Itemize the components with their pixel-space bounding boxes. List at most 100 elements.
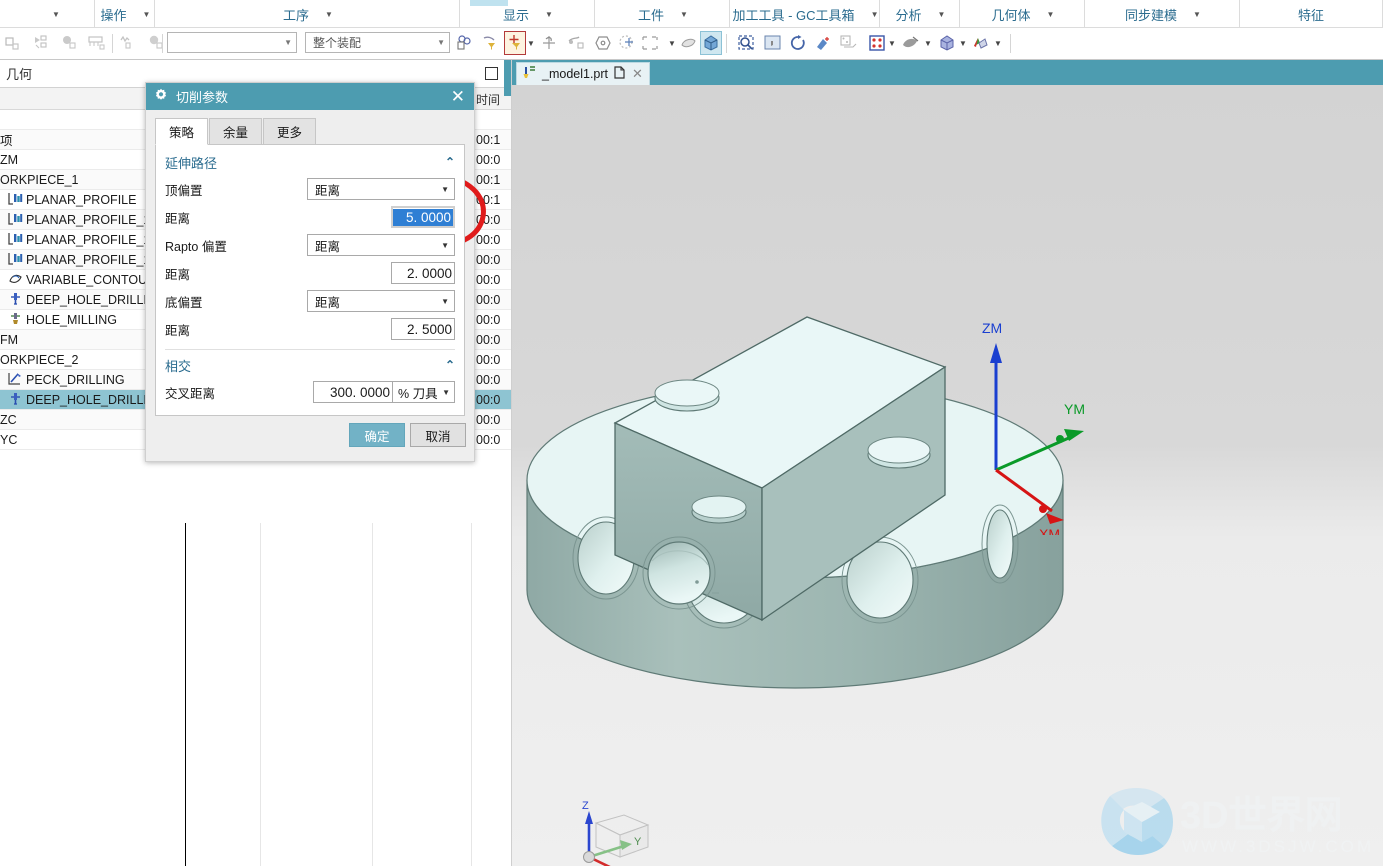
ribbon-tab-2[interactable]: 工序 ▼	[155, 0, 460, 28]
toolbar-icon-move-filter[interactable]	[504, 31, 526, 55]
chevron-down-icon[interactable]: ▼	[52, 10, 60, 19]
graphics-viewport[interactable]: _model1.prt ✕ ZM YM XM Z Y 3D世界网 WWW.3DS…	[512, 60, 1383, 866]
model-canvas[interactable]: ZM YM XM Z Y X	[512, 85, 1383, 866]
chevron-down-icon[interactable]: ▼	[871, 10, 879, 19]
toolbar-icon-parallel-generate[interactable]	[30, 31, 52, 55]
chevron-down-icon[interactable]: ▼	[143, 10, 151, 19]
toolbar-icon-set-origin[interactable]	[538, 31, 560, 55]
toolbar-icon-layer-settings[interactable]	[838, 31, 860, 55]
toolbar-icon-shop-documentation[interactable]	[146, 31, 168, 55]
chevron-down-icon[interactable]: ▼	[1047, 10, 1055, 19]
ribbon-tab-7[interactable]: 几何体 ▼	[960, 0, 1085, 28]
toolbar-icon-solid-body[interactable]	[936, 31, 958, 55]
ribbon-tab-9[interactable]: 特征	[1240, 0, 1383, 28]
toolbar-icon-render-style[interactable]	[970, 31, 992, 55]
input-rapto-distance[interactable]: 2. 0000	[391, 262, 455, 284]
chevron-up-icon[interactable]: ⌃	[445, 155, 455, 169]
view-orientation-triad[interactable]: Z Y X	[558, 795, 668, 866]
toolbar-icon-section-view[interactable]	[900, 31, 922, 55]
select-top-offset[interactable]: 距离 ▼	[307, 178, 455, 200]
assembly-scope-combo[interactable]: 整个装配 ▼	[305, 32, 450, 53]
planar-icon	[8, 212, 24, 227]
ok-button[interactable]: 确定	[349, 423, 405, 447]
toolbar-icon-rotate[interactable]	[788, 31, 810, 55]
chevron-down-icon[interactable]: ▼	[959, 39, 967, 48]
dialog-tab-strip[interactable]: 策略 余量 更多	[155, 118, 465, 145]
tree-item-time: 00:0	[476, 372, 501, 387]
toolbar-icon-display-assembly[interactable]	[455, 31, 477, 55]
select-intersect-unit[interactable]: % 刀具 ▼	[393, 381, 455, 403]
ribbon-tab-6[interactable]: 分析 ▼	[880, 0, 960, 28]
chevron-up-icon[interactable]: ⌃	[445, 358, 455, 372]
chevron-down-icon[interactable]: ▼	[325, 10, 333, 19]
toolbar-icon-fit-view[interactable]	[813, 31, 835, 55]
watermark-title: 3D世界网	[1180, 795, 1343, 837]
dialog-footer: 确定 取消	[146, 415, 474, 461]
ribbon-tab-4[interactable]: 工件 ▼	[595, 0, 730, 28]
toolbar-icon-filter-path[interactable]	[480, 31, 502, 55]
toolbar-icon-shaded-body[interactable]	[678, 31, 700, 55]
group-title-extend-path: 延伸路径	[165, 155, 218, 171]
operation-navigator-title: 几何	[6, 67, 33, 82]
axis-label-xm: XM	[1039, 526, 1060, 535]
toolbar-icon-verify-tool-path[interactable]	[58, 31, 80, 55]
toolbar-icon-generate-program[interactable]	[2, 31, 24, 55]
chevron-down-icon[interactable]: ▼	[668, 39, 676, 48]
ribbon-tab-1[interactable]: 操作 ▼	[95, 0, 155, 28]
program-view-combo[interactable]: ▼	[167, 32, 297, 53]
toolbar-icon-machine-simulation[interactable]	[86, 31, 108, 55]
axis-label-ym: YM	[1064, 401, 1085, 417]
toolbar-icon-shaded-with-edges[interactable]	[700, 31, 722, 55]
cancel-button[interactable]: 取消	[410, 423, 466, 447]
toolbar-icon-hexagon-blank[interactable]	[592, 31, 614, 55]
chevron-down-icon: ▼	[441, 296, 449, 306]
input-bottom-distance[interactable]: 2. 5000	[391, 318, 455, 340]
toolbar-icon-show-hide[interactable]	[866, 31, 888, 55]
ribbon-tab-label: 加工工具 - GC工具箱	[732, 7, 855, 23]
select-intersect-unit-value: % 刀具	[398, 386, 438, 401]
chevron-down-icon[interactable]: ▼	[924, 39, 932, 48]
select-bottom-offset[interactable]: 距离 ▼	[307, 290, 455, 312]
toolbar-icon-sphere-origin[interactable]	[616, 31, 638, 55]
tree-item-time: 00:0	[476, 352, 501, 367]
dialog-tab-0[interactable]: 策略	[155, 118, 209, 145]
toolbar-icon-pan[interactable]	[762, 31, 784, 55]
panel-pin-icon[interactable]	[485, 67, 498, 80]
tree-item-label: PLANAR_PROFILE	[26, 192, 137, 207]
dialog-tab-1[interactable]: 余量	[209, 118, 263, 145]
input-top-distance[interactable]: 5. 0000	[391, 206, 455, 228]
tree-item-label: FM	[0, 332, 19, 347]
navigator-column-divider-main[interactable]	[185, 523, 186, 866]
navigator-column-divider-3[interactable]	[372, 523, 373, 866]
group-header-extend-path[interactable]: 延伸路径 ⌃	[165, 151, 455, 173]
toolbar-icon-post-process[interactable]	[118, 31, 140, 55]
tree-item-label: ORKPIECE_2	[0, 352, 79, 367]
dialog-title-bar[interactable]: 切削参数 ✕	[146, 83, 474, 110]
navigator-column-divider-4[interactable]	[471, 523, 472, 866]
tree-item-time: 00:0	[476, 392, 501, 407]
ribbon-tab-5[interactable]: 加工工具 - GC工具箱 ▼	[730, 0, 880, 28]
navigator-column-divider-2[interactable]	[260, 523, 261, 866]
input-intersect-distance[interactable]: 300. 0000	[313, 381, 393, 403]
ribbon-tab-0[interactable]: ▼	[0, 0, 95, 28]
select-rapto-offset[interactable]: 距离 ▼	[307, 234, 455, 256]
chevron-down-icon[interactable]: ▼	[1193, 10, 1201, 19]
chevron-down-icon[interactable]: ▼	[994, 39, 1002, 48]
toolbar-icon-zoom-region[interactable]	[736, 31, 758, 55]
dialog-tab-2[interactable]: 更多	[263, 118, 317, 145]
chevron-down-icon[interactable]: ▼	[545, 10, 553, 19]
chevron-down-icon[interactable]: ▼	[680, 10, 688, 19]
toolbar-icon-rectangle-select[interactable]	[640, 31, 662, 55]
document-tab[interactable]: _model1.prt ✕	[516, 62, 650, 85]
chevron-down-icon[interactable]: ▼	[888, 39, 896, 48]
cutting-parameters-dialog[interactable]: 切削参数 ✕ 策略 余量 更多 延伸路径 ⌃ 顶偏置 距离 ▼ 距离 5. 00…	[145, 82, 475, 462]
label-top-distance: 距离	[165, 211, 191, 226]
close-icon[interactable]: ✕	[451, 88, 465, 105]
toolbar-icon-geometry-view[interactable]	[566, 31, 588, 55]
close-tab-icon[interactable]: ✕	[632, 66, 643, 82]
chevron-down-icon[interactable]: ▼	[527, 39, 535, 48]
ribbon-tab-8[interactable]: 同步建模 ▼	[1085, 0, 1240, 28]
group-header-intersect[interactable]: 相交 ⌃	[165, 354, 455, 376]
tree-item-label: VARIABLE_CONTOUR	[26, 272, 157, 287]
chevron-down-icon[interactable]: ▼	[938, 10, 946, 19]
